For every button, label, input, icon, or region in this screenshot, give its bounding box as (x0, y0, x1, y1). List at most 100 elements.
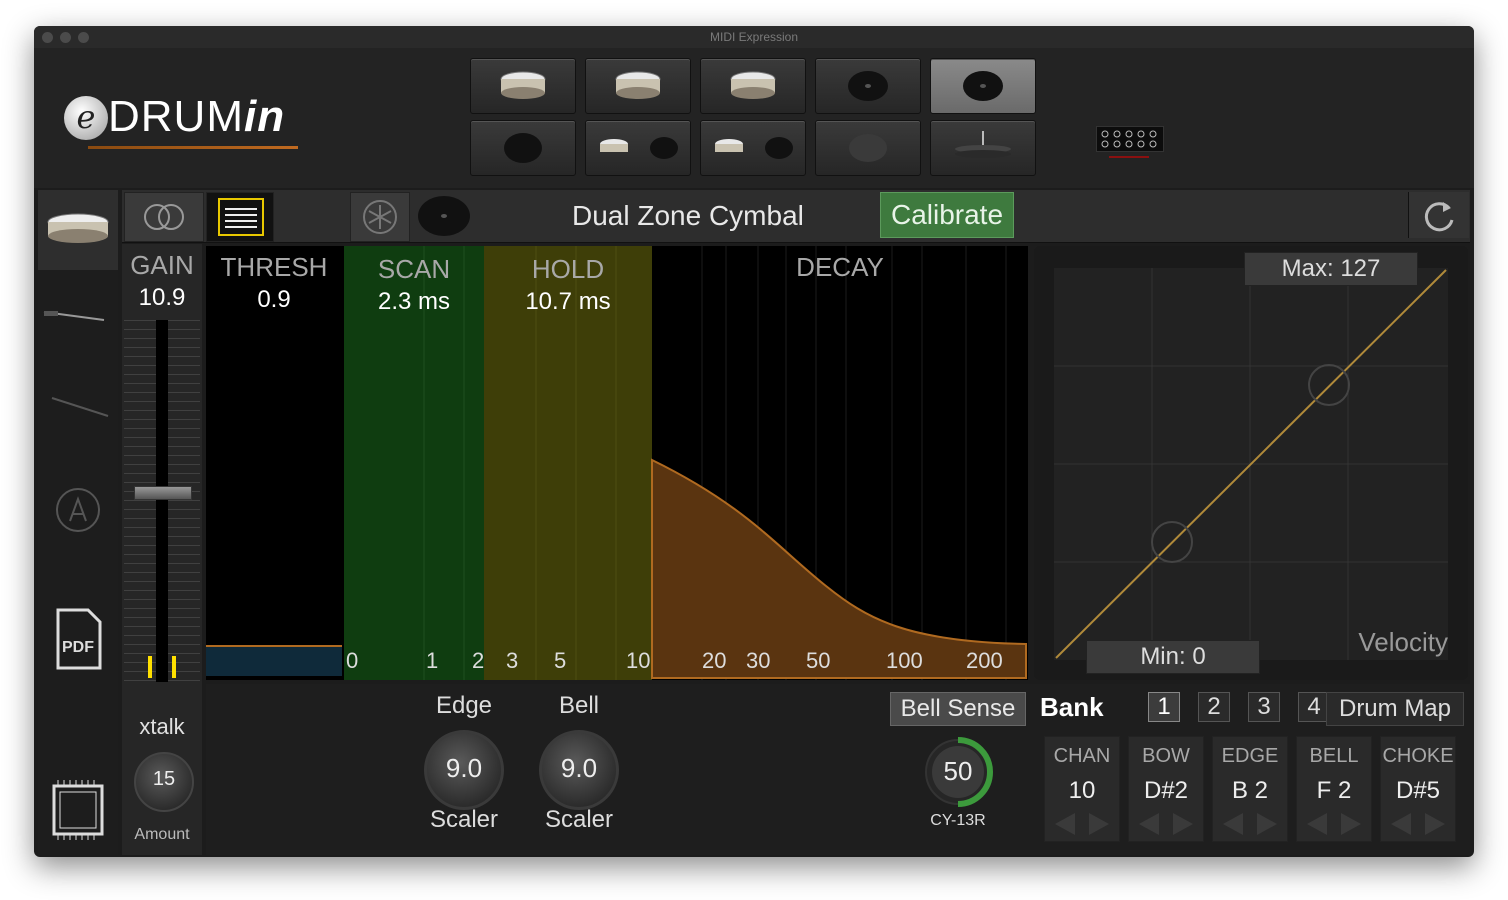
stepper-arrows-icon[interactable] (1297, 811, 1371, 837)
decay-label: DECAY (796, 252, 884, 282)
refresh-icon (1424, 202, 1454, 232)
pad-cymbal-3[interactable] (815, 120, 921, 176)
bell-sense-value: 50 (943, 756, 973, 786)
max-velocity-tag[interactable]: Max: 127 (1244, 252, 1418, 286)
list-icon (218, 198, 264, 236)
midi-led (1109, 156, 1149, 158)
title-bar: MIDI Expression (34, 26, 1474, 49)
instrument-toolbar: Dual Zone Cymbal Calibrate (122, 190, 1470, 243)
trigger-envelope-graph[interactable]: THRESH 0.9 SCAN 2.3 ms HOLD 10.7 ms DECA… (206, 246, 1028, 680)
map-header: BELL (1309, 745, 1359, 767)
sidebar-item-pdf[interactable]: PDF (38, 600, 118, 680)
gain-value: 10.9 (138, 284, 186, 311)
time-tick: 200 (966, 648, 1003, 673)
sidebar-item-line[interactable] (38, 370, 118, 450)
pad-tom-1[interactable] (585, 58, 691, 114)
thresh-value: 0.9 (257, 286, 291, 313)
app-window: MIDI Expression e DRUMin PDF Dual Zone C… (34, 26, 1474, 857)
edge-scaler-knob[interactable]: 9.0 (424, 730, 504, 810)
map-cell-bell: BELL F 2 (1296, 736, 1372, 842)
bell-sense-button[interactable]: Bell Sense (890, 692, 1026, 726)
time-tick: 5 (554, 648, 567, 673)
brand-logo-button[interactable] (350, 192, 410, 242)
sidebar-item-auto[interactable] (38, 460, 118, 540)
decay-curve (651, 458, 1027, 679)
sidebar-item-hardware[interactable] (38, 770, 118, 850)
gain-slider-thumb[interactable] (134, 486, 192, 500)
auto-icon (56, 488, 100, 532)
bank-button-3[interactable]: 3 (1248, 692, 1280, 722)
min-velocity-tag[interactable]: Min: 0 (1086, 640, 1260, 674)
pdf-icon: PDF (56, 608, 102, 670)
cymbal-dim-icon (849, 134, 887, 162)
bell-sense-knob[interactable]: 50 (920, 734, 996, 810)
pad-combo-1[interactable] (585, 120, 691, 176)
velocity-axis-label: Velocity (1358, 627, 1448, 657)
map-header: EDGE (1221, 745, 1279, 767)
pad-tom-2[interactable] (700, 58, 806, 114)
pad-cymbal-2-selected[interactable] (930, 58, 1036, 114)
scan-label: SCAN (377, 254, 451, 284)
bank-button-2[interactable]: 2 (1198, 692, 1230, 722)
sidebar-item-pads[interactable] (38, 190, 118, 270)
snare-drum-icon (500, 71, 546, 99)
time-tick: 50 (806, 648, 831, 673)
map-cell-bow: BOW D#2 (1128, 736, 1204, 842)
velocity-curve-plot[interactable] (1054, 268, 1448, 660)
bank-button-1[interactable]: 1 (1148, 692, 1180, 722)
pad-snare[interactable] (470, 58, 576, 114)
time-tick: 3 (506, 648, 519, 673)
map-header: CHAN (1053, 745, 1111, 767)
stepper-arrows-icon[interactable] (1213, 811, 1287, 837)
hold-value: 10.7 ms (525, 288, 611, 315)
sidebar: PDF (38, 190, 118, 855)
window-title: MIDI Expression (709, 30, 799, 44)
stepper-arrows-icon[interactable] (1381, 811, 1455, 837)
pad-cymbal-1[interactable] (815, 58, 921, 114)
bank-label: Bank (1040, 692, 1104, 722)
map-value: 10 (1068, 777, 1096, 804)
bottom-panel: Edge 9.0 Scaler Bell 9.0 Scaler Bell Sen… (206, 684, 1470, 855)
kick-pad-icon (504, 133, 542, 163)
drum-icon (47, 213, 109, 243)
refresh-button[interactable] (1408, 192, 1469, 238)
map-value: D#2 (1143, 777, 1189, 804)
pad-combo-2[interactable] (700, 120, 806, 176)
link-zones-button[interactable] (124, 192, 204, 242)
midi-activity-indicator (1096, 126, 1164, 152)
xtalk-amount-knob[interactable]: 15 (134, 752, 194, 812)
list-view-button[interactable] (206, 192, 274, 242)
drum-map-button[interactable]: Drum Map (1326, 692, 1464, 726)
stepper-arrows-icon[interactable] (1045, 811, 1119, 837)
app-logo: e DRUMin (64, 88, 314, 158)
time-tick: 10 (626, 648, 651, 673)
gain-panel: GAIN 10.9 xtalk 15 Amount (122, 244, 202, 855)
map-header: CHOKE (1382, 745, 1454, 767)
map-value: D#5 (1395, 777, 1441, 804)
time-tick: 30 (746, 648, 771, 673)
logo-e: e (64, 96, 108, 140)
sidebar-item-sticks[interactable] (38, 280, 118, 360)
tom-drum-icon (730, 71, 776, 99)
stepper-arrows-icon[interactable] (1129, 811, 1203, 837)
level-meter-right (172, 656, 176, 678)
pad-hihat[interactable] (930, 120, 1036, 176)
time-tick: 2 (472, 648, 485, 673)
gain-slider-track[interactable] (156, 320, 168, 682)
bell-scaler-knob[interactable]: 9.0 (539, 730, 619, 810)
calibrate-button[interactable]: Calibrate (880, 192, 1014, 238)
svg-text:PDF: PDF (62, 639, 94, 656)
bell-scaler-value: 9.0 (560, 753, 598, 783)
edge-scaler-value: 9.0 (445, 753, 483, 783)
header: e DRUMin (34, 48, 1474, 188)
stick-icon (43, 311, 105, 321)
cymbal-icon (848, 71, 888, 101)
logo-cable (88, 146, 298, 149)
bell-title: Bell (558, 692, 600, 719)
time-tick: 20 (702, 648, 727, 673)
map-cell-choke: CHOKE D#5 (1380, 736, 1456, 842)
bell-sense-model: CY-13R (930, 812, 986, 829)
pad-kick[interactable] (470, 120, 576, 176)
time-tick: 0 (346, 648, 359, 673)
xtalk-amount-value: 15 (152, 768, 176, 790)
